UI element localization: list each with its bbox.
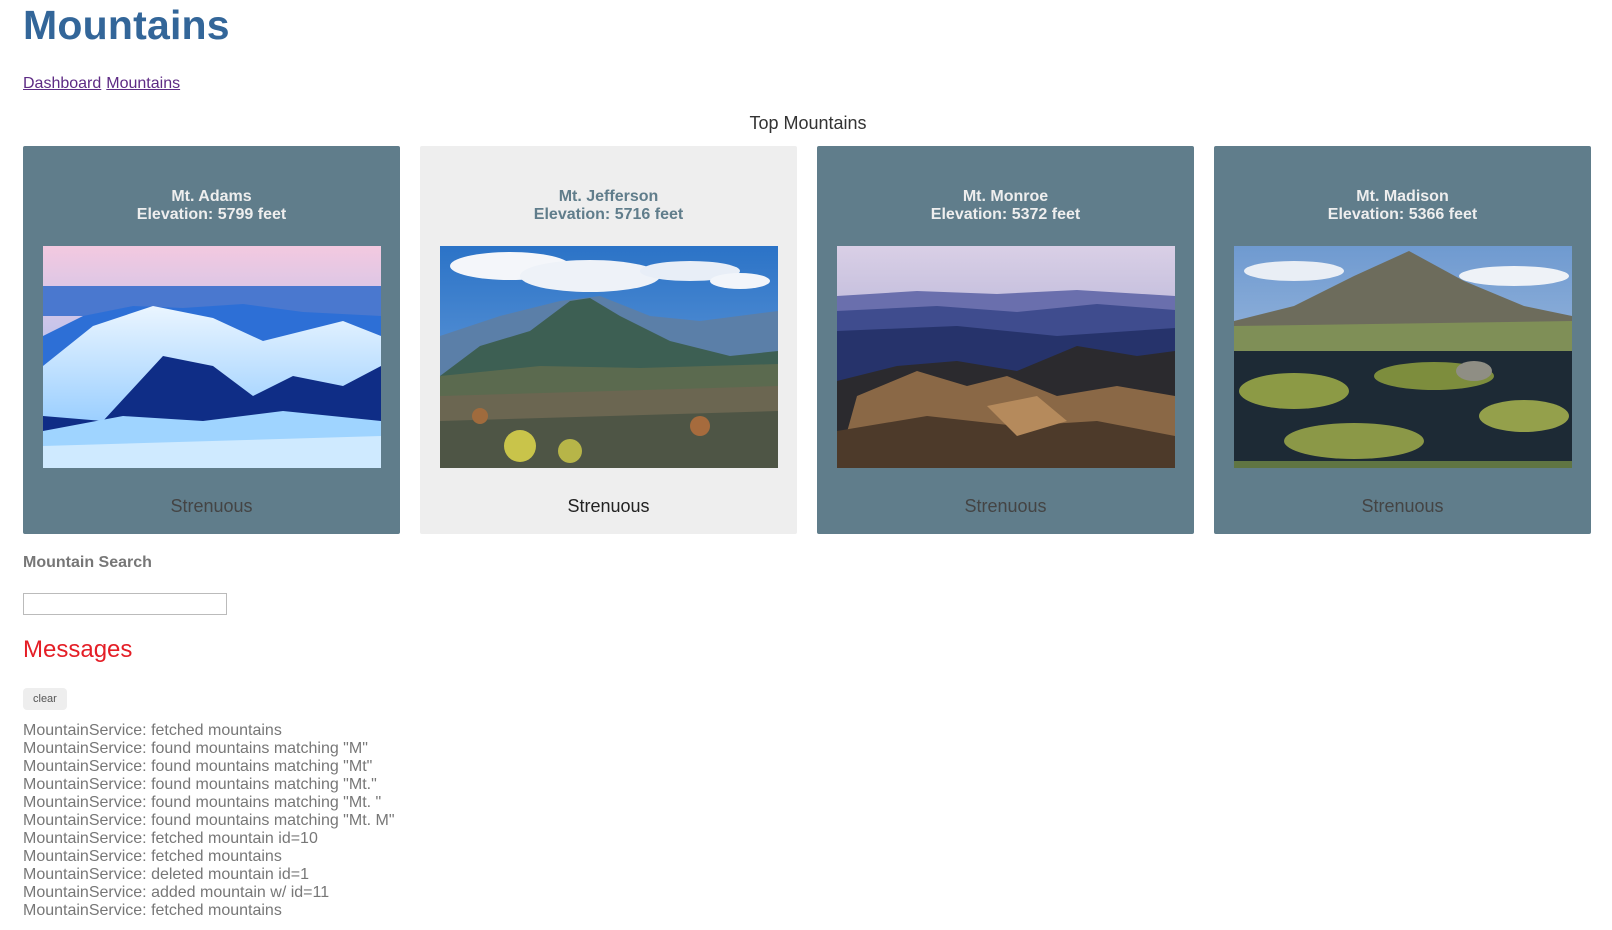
card-elevation: Elevation: 5366 feet	[1327, 206, 1478, 223]
card-elevation: Elevation: 5372 feet	[930, 206, 1081, 223]
dashboard-title: Top Mountains	[749, 113, 867, 133]
card-elevation: Elevation: 5716 feet	[533, 206, 684, 223]
message-item: MountainService: found mountains matchin…	[23, 776, 377, 793]
top-nav: Dashboard Mountains	[23, 75, 185, 93]
app-title: Mountains	[23, 2, 230, 48]
top-mountains-grid: Mt. Adams Elevation: 5799 feet Strenuous…	[23, 146, 1593, 534]
message-item: MountainService: fetched mountains	[23, 848, 282, 865]
card-difficulty: Strenuous	[567, 496, 650, 516]
mountain-card-adams[interactable]: Mt. Adams Elevation: 5799 feet Strenuous	[23, 146, 400, 534]
message-item: MountainService: fetched mountain id=10	[23, 830, 318, 847]
card-difficulty: Strenuous	[170, 496, 253, 516]
message-item: MountainService: added mountain w/ id=11	[23, 884, 330, 901]
message-item: MountainService: fetched mountains	[23, 722, 282, 739]
nav-link-dashboard[interactable]: Dashboard	[23, 75, 101, 92]
card-elevation: Elevation: 5799 feet	[136, 206, 287, 223]
mountain-card-monroe[interactable]: Mt. Monroe Elevation: 5372 feet Strenuou…	[817, 146, 1194, 534]
card-difficulty: Strenuous	[964, 496, 1047, 516]
clear-messages-button[interactable]: clear	[23, 688, 67, 710]
message-item: MountainService: found mountains matchin…	[23, 758, 373, 775]
summit-rocky-photo	[440, 246, 778, 468]
mountain-card-madison[interactable]: Mt. Madison Elevation: 5366 feet Strenuo…	[1214, 146, 1591, 534]
message-item: MountainService: fetched mountains	[23, 902, 282, 919]
alpine-pond-photo	[1234, 246, 1572, 468]
search-label: Mountain Search	[23, 554, 152, 571]
message-item: MountainService: deleted mountain id=1	[23, 866, 309, 883]
message-item: MountainService: found mountains matchin…	[23, 740, 368, 757]
card-name: Mt. Monroe	[962, 188, 1049, 205]
snowy-ridge-photo	[43, 246, 381, 468]
card-name: Mt. Adams	[171, 188, 252, 205]
mountain-card-jefferson[interactable]: Mt. Jefferson Elevation: 5716 feet Stren…	[420, 146, 797, 534]
message-item: MountainService: found mountains matchin…	[23, 812, 395, 829]
message-list: MountainService: fetched mountains Mount…	[23, 722, 395, 920]
card-name: Mt. Jefferson	[558, 188, 659, 205]
card-difficulty: Strenuous	[1361, 496, 1444, 516]
search-input[interactable]	[23, 593, 227, 615]
nav-link-mountains[interactable]: Mountains	[106, 75, 180, 92]
messages-title: Messages	[23, 636, 133, 663]
card-name: Mt. Madison	[1356, 188, 1449, 205]
message-item: MountainService: found mountains matchin…	[23, 794, 382, 811]
sunset-rocks-photo	[837, 246, 1175, 468]
